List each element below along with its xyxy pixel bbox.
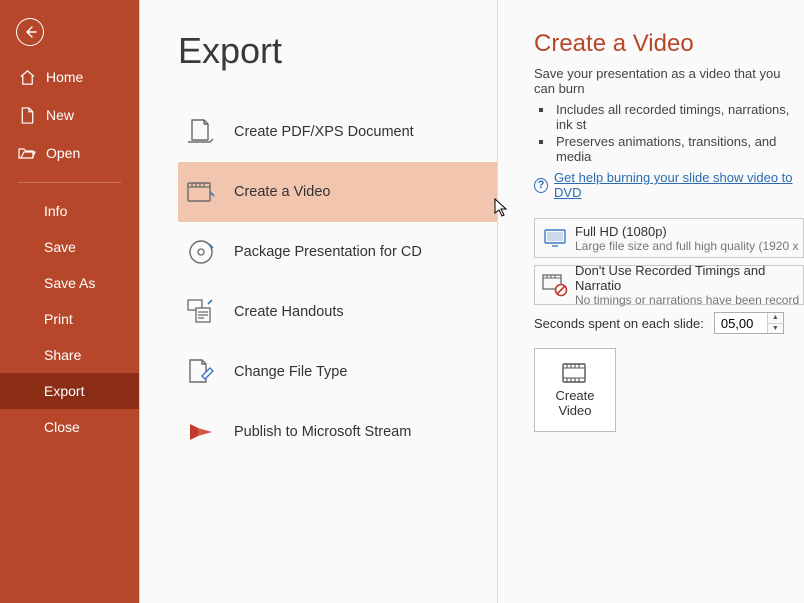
main-panel: Export Create PDF/XPS Document Create a …	[139, 0, 804, 603]
timings-head: Don't Use Recorded Timings and Narratio	[575, 263, 803, 293]
export-option-label: Package Presentation for CD	[234, 244, 422, 260]
page-title: Export	[178, 30, 497, 72]
nav-home[interactable]: Home	[0, 58, 139, 96]
nav-label: Open	[46, 145, 80, 161]
export-option-handouts[interactable]: Create Handouts	[178, 282, 497, 342]
change-file-type-icon	[186, 357, 216, 387]
export-option-package-cd[interactable]: Package Presentation for CD	[178, 222, 497, 282]
arrow-left-icon	[23, 25, 37, 39]
export-option-label: Create PDF/XPS Document	[234, 124, 414, 140]
video-quality-dropdown[interactable]: Full HD (1080p) Large file size and full…	[534, 218, 804, 258]
cd-icon	[186, 237, 216, 267]
nav-divider	[18, 182, 121, 183]
detail-bullet: Includes all recorded timings, narration…	[554, 102, 804, 132]
spin-up[interactable]: ▲	[768, 313, 783, 324]
back-button[interactable]	[0, 0, 139, 58]
backstage-sidebar: Home New Open Info Save Save As Print Sh…	[0, 0, 139, 603]
export-option-publish-stream[interactable]: Publish to Microsoft Stream	[178, 402, 497, 462]
nav-open[interactable]: Open	[0, 134, 139, 172]
new-icon	[18, 106, 36, 124]
nav-label: Home	[46, 69, 83, 85]
timings-sub: No timings or narrations have been recor…	[575, 293, 803, 307]
nav-label: New	[46, 107, 74, 123]
spin-down[interactable]: ▼	[768, 324, 783, 334]
stream-icon	[186, 417, 216, 447]
seconds-label: Seconds spent on each slide:	[534, 316, 704, 331]
nav-info[interactable]: Info	[0, 193, 139, 229]
video-icon	[186, 177, 216, 207]
nav-close[interactable]: Close	[0, 409, 139, 445]
open-icon	[18, 144, 36, 162]
export-option-label: Change File Type	[234, 364, 347, 380]
quality-sub: Large file size and full high quality (1…	[575, 239, 803, 253]
seconds-input[interactable]	[715, 313, 767, 333]
export-option-change-file-type[interactable]: Change File Type	[178, 342, 497, 402]
create-video-button[interactable]: Create Video	[534, 348, 616, 432]
handouts-icon	[186, 297, 216, 327]
export-option-create-video[interactable]: Create a Video	[178, 162, 497, 222]
detail-title: Create a Video	[534, 30, 804, 58]
quality-head: Full HD (1080p)	[575, 224, 803, 239]
export-detail-panel: Create a Video Save your presentation as…	[498, 0, 804, 603]
monitor-icon	[535, 227, 575, 249]
detail-subtitle: Save your presentation as a video that y…	[534, 66, 804, 96]
nav-share[interactable]: Share	[0, 337, 139, 373]
nav-print[interactable]: Print	[0, 301, 139, 337]
export-option-label: Create a Video	[234, 184, 330, 200]
help-link-row: ? Get help burning your slide show video…	[534, 170, 804, 200]
help-link[interactable]: Get help burning your slide show video t…	[554, 170, 804, 200]
create-video-button-text2: Video	[558, 403, 591, 418]
create-video-icon	[561, 361, 589, 385]
export-option-pdf-xps[interactable]: Create PDF/XPS Document	[178, 102, 497, 162]
nav-new[interactable]: New	[0, 96, 139, 134]
export-option-label: Create Handouts	[234, 304, 344, 320]
timings-dropdown[interactable]: Don't Use Recorded Timings and Narratio …	[534, 265, 804, 305]
create-video-button-text1: Create	[555, 388, 594, 403]
export-option-label: Publish to Microsoft Stream	[234, 424, 411, 440]
detail-bullet: Preserves animations, transitions, and m…	[554, 134, 804, 164]
pdf-xps-icon	[186, 117, 216, 147]
help-icon: ?	[534, 178, 548, 193]
seconds-spinner[interactable]: ▲ ▼	[714, 312, 784, 334]
export-options-column: Export Create PDF/XPS Document Create a …	[140, 0, 498, 603]
nav-save-as[interactable]: Save As	[0, 265, 139, 301]
detail-bullets: Includes all recorded timings, narration…	[554, 102, 804, 164]
nav-export[interactable]: Export	[0, 373, 139, 409]
timings-off-icon	[535, 273, 575, 297]
nav-save[interactable]: Save	[0, 229, 139, 265]
home-icon	[18, 68, 36, 86]
